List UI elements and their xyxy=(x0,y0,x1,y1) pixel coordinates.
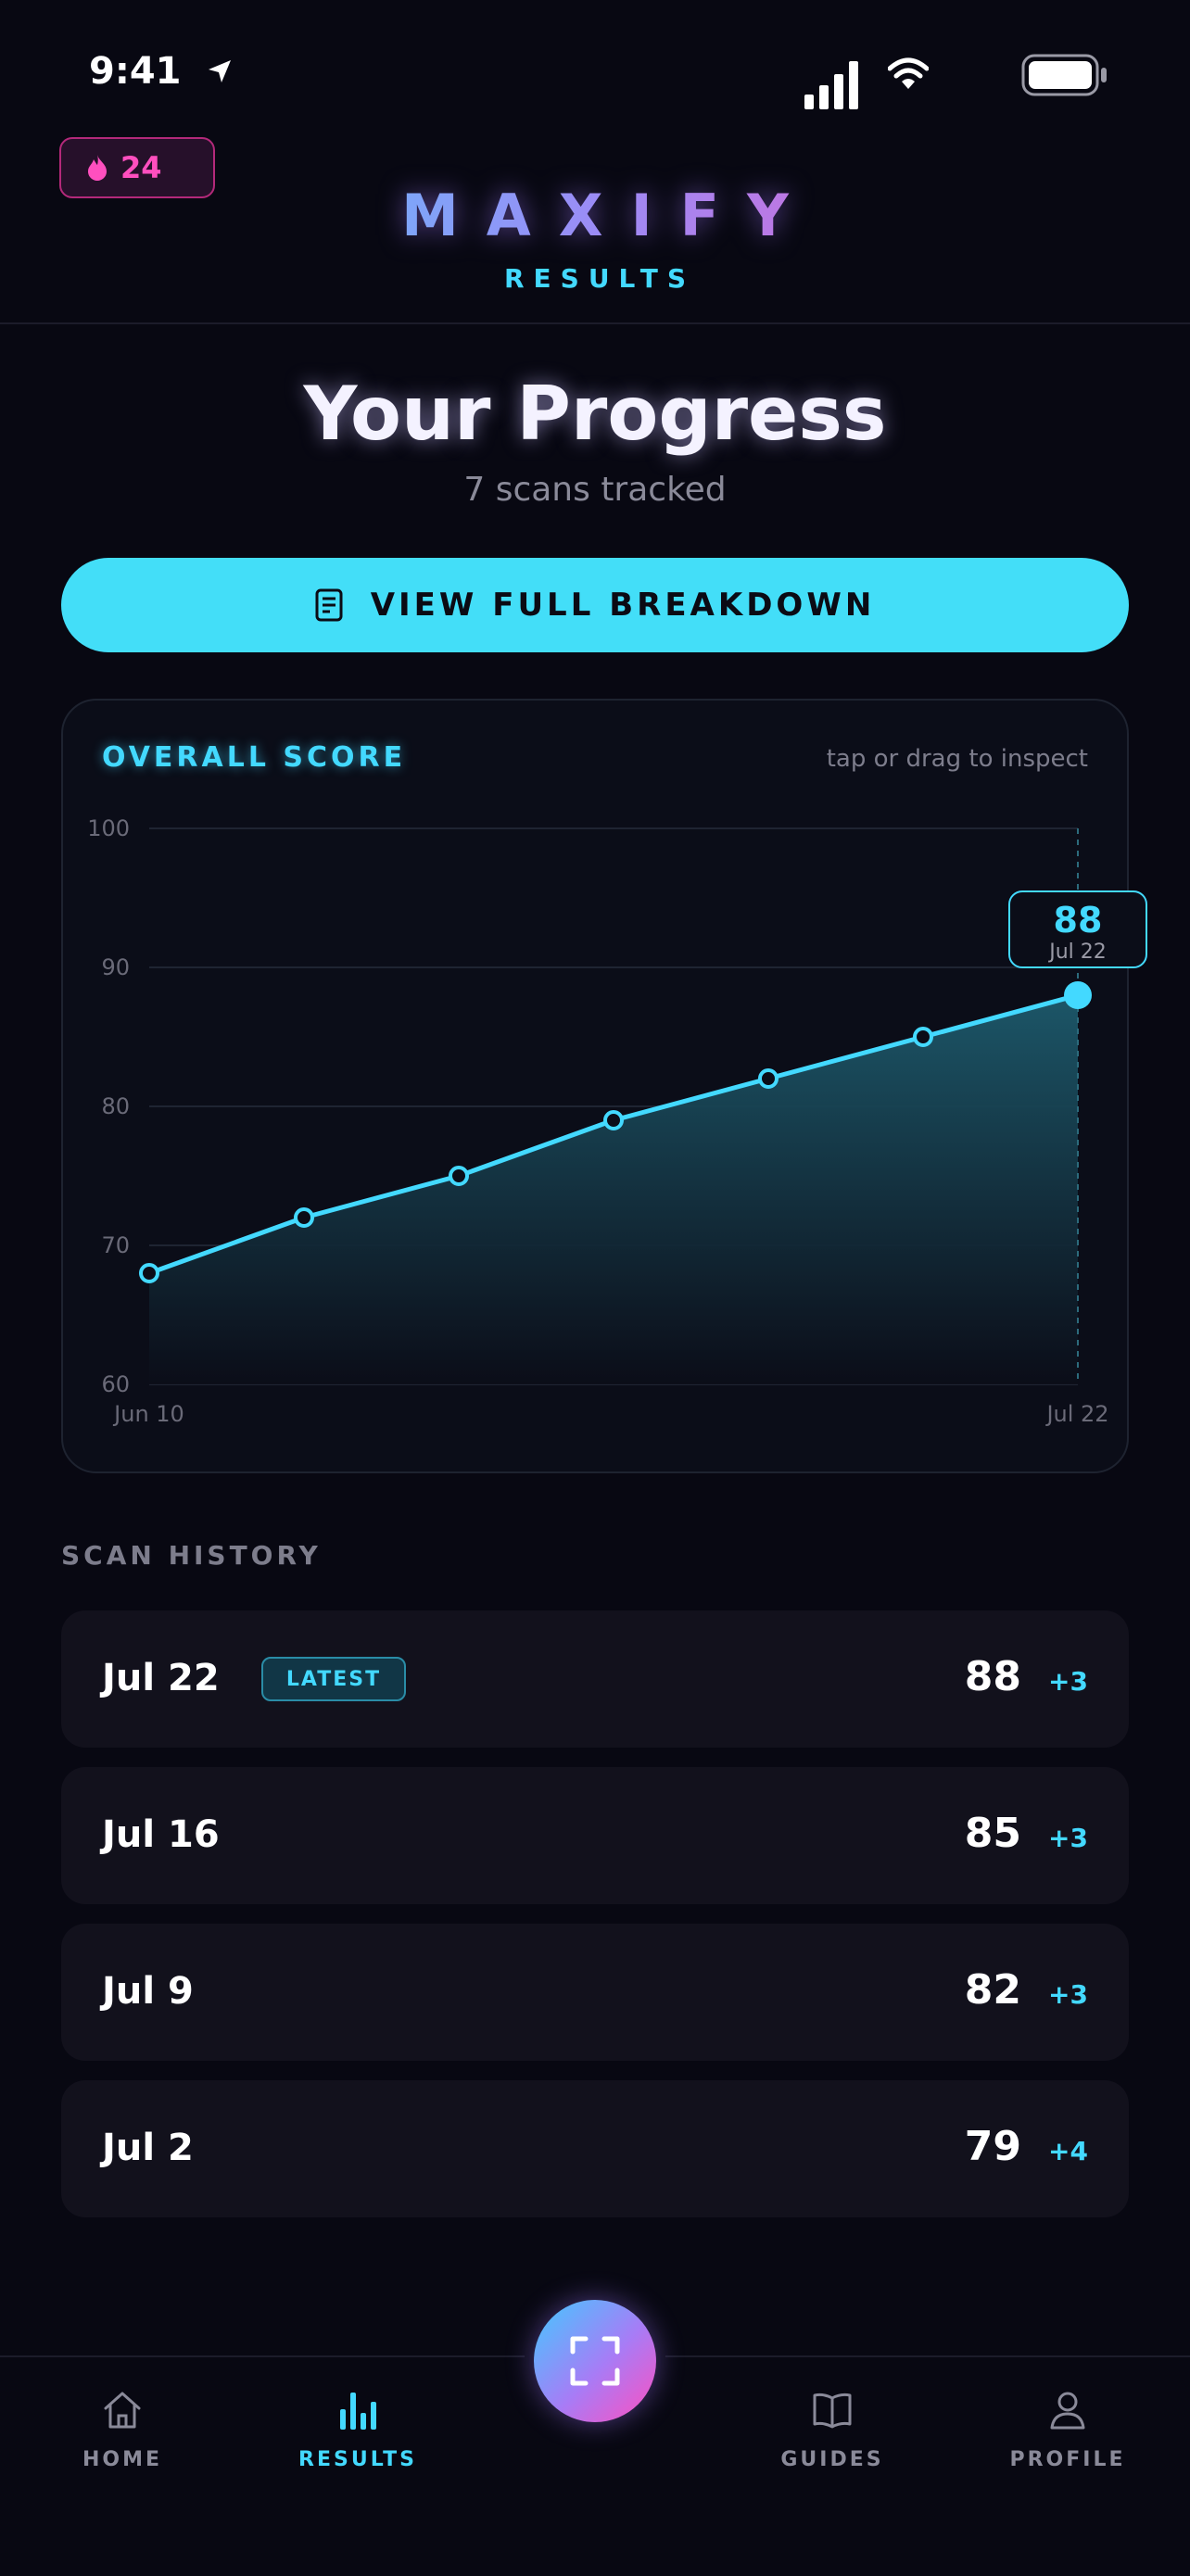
tab-profile[interactable]: PROFILE xyxy=(975,2389,1160,2471)
tab-results[interactable]: RESULTS xyxy=(265,2389,450,2471)
history-delta: +3 xyxy=(1048,1979,1088,2010)
overall-score-chart[interactable]: 100 90 80 70 60 Jun 10 Jul 22 88 Jul 22 xyxy=(0,0,1190,1483)
history-score: 82 xyxy=(964,1966,1021,2014)
data-point[interactable] xyxy=(139,1263,159,1283)
history-date: Jul 9 xyxy=(102,1970,194,2013)
person-icon xyxy=(1050,2392,1085,2430)
history-row[interactable]: Jul 2 79 +4 xyxy=(61,2080,1129,2217)
score-area xyxy=(149,995,1078,1384)
history-row[interactable]: Jul 16 85 +3 xyxy=(61,1767,1129,1904)
bar-chart-icon xyxy=(340,2393,376,2430)
history-date: Jul 16 xyxy=(102,1813,220,1856)
chart-tooltip: 88 Jul 22 xyxy=(1008,890,1147,968)
tooltip-date: Jul 22 xyxy=(1047,941,1107,964)
scan-button[interactable] xyxy=(534,2300,656,2422)
data-point[interactable] xyxy=(758,1068,779,1089)
data-point[interactable] xyxy=(449,1166,469,1186)
history-delta: +3 xyxy=(1048,1823,1088,1853)
y-tick-label: 90 xyxy=(101,954,130,980)
home-icon xyxy=(104,2392,141,2429)
data-point[interactable] xyxy=(913,1027,933,1047)
history-date: Jul 22 xyxy=(102,1657,220,1699)
scan-history-title: SCAN HISTORY xyxy=(61,1540,322,1571)
latest-badge: LATEST xyxy=(261,1657,406,1701)
book-icon xyxy=(813,2393,852,2429)
tab-results-label: RESULTS xyxy=(298,2448,417,2471)
history-row[interactable]: Jul 22 LATEST 88 +3 xyxy=(61,1610,1129,1748)
y-tick-label: 70 xyxy=(101,1232,130,1258)
history-delta: +3 xyxy=(1048,1666,1088,1697)
tab-profile-label: PROFILE xyxy=(1009,2448,1126,2471)
history-score: 79 xyxy=(964,2123,1021,2170)
tooltip-value: 88 xyxy=(1054,900,1103,941)
scan-frame-icon xyxy=(570,2336,620,2386)
history-score: 85 xyxy=(964,1810,1021,1857)
x-tick-label: Jun 10 xyxy=(112,1401,184,1427)
tab-home[interactable]: HOME xyxy=(30,2389,215,2471)
tab-guides[interactable]: GUIDES xyxy=(740,2389,925,2471)
data-point[interactable] xyxy=(603,1110,624,1130)
history-row[interactable]: Jul 9 82 +3 xyxy=(61,1924,1129,2061)
history-date: Jul 2 xyxy=(102,2127,194,2169)
x-tick-label: Jul 22 xyxy=(1044,1401,1108,1427)
y-tick-label: 80 xyxy=(101,1093,130,1119)
history-score: 88 xyxy=(964,1653,1021,1700)
tab-home-label: HOME xyxy=(82,2448,163,2471)
selected-data-point[interactable] xyxy=(1064,981,1092,1009)
y-tick-label: 60 xyxy=(101,1371,130,1397)
history-delta: +4 xyxy=(1048,2136,1088,2166)
tab-guides-label: GUIDES xyxy=(780,2448,884,2471)
data-point[interactable] xyxy=(294,1207,314,1228)
y-tick-label: 100 xyxy=(87,815,130,841)
